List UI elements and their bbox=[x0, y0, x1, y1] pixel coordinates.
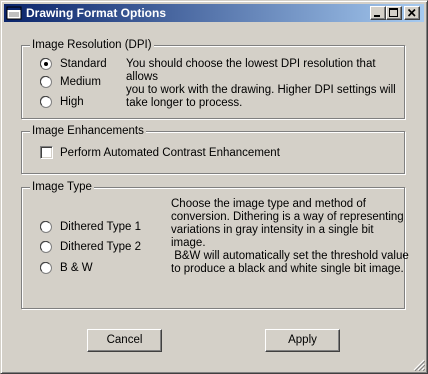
radio-label: Dithered Type 2 bbox=[60, 241, 141, 253]
radio-label: High bbox=[60, 96, 84, 108]
description-line: conversion. Dithering is a way of repres… bbox=[171, 211, 404, 223]
contrast-checkbox[interactable] bbox=[40, 146, 53, 159]
radio-empty-icon[interactable] bbox=[40, 262, 52, 274]
resolution-legend: Image Resolution (DPI) bbox=[30, 38, 154, 52]
description-line: You should choose the lowest DPI resolut… bbox=[126, 58, 376, 83]
enhancements-group: Image Enhancements Perform Automated Con… bbox=[21, 124, 405, 174]
radio-empty-icon[interactable] bbox=[40, 241, 52, 253]
radio-empty-icon[interactable] bbox=[40, 76, 52, 88]
app-icon[interactable] bbox=[6, 5, 22, 21]
maximize-button[interactable] bbox=[386, 6, 402, 20]
description-line: B&W will automatically set the threshold… bbox=[171, 250, 409, 262]
apply-button[interactable]: Apply bbox=[265, 329, 340, 352]
cancel-button[interactable]: Cancel bbox=[87, 329, 162, 352]
resolution-description: You should choose the lowest DPI resolut… bbox=[126, 58, 404, 110]
description-line: Choose the image type and method of bbox=[171, 198, 366, 210]
resize-grip-icon[interactable] bbox=[413, 359, 425, 371]
radio-label: B & W bbox=[60, 262, 93, 274]
radio-label: Standard bbox=[60, 58, 107, 70]
radio-empty-icon[interactable] bbox=[40, 96, 52, 108]
image-type-group: Image Type Dithered Type 1 Dithered Type… bbox=[21, 180, 409, 309]
window-title: Drawing Format Options bbox=[26, 6, 167, 20]
dialog-window: Drawing Format Options Image Resolution … bbox=[0, 0, 428, 374]
radio-label: Medium bbox=[60, 76, 101, 88]
image-type-legend: Image Type bbox=[30, 180, 94, 194]
description-line: you to work with the drawing. Higher DPI… bbox=[126, 84, 396, 96]
description-line: to produce a black and white single bit … bbox=[171, 263, 404, 275]
minimize-icon bbox=[374, 15, 380, 17]
radio-selected-icon[interactable] bbox=[40, 58, 52, 70]
maximize-icon bbox=[389, 8, 398, 17]
image-type-description: Choose the image type and method of conv… bbox=[171, 198, 409, 276]
enhancements-legend: Image Enhancements bbox=[30, 124, 146, 138]
minimize-button[interactable] bbox=[370, 6, 386, 20]
title-bar[interactable]: Drawing Format Options bbox=[4, 4, 424, 22]
close-icon bbox=[407, 8, 416, 17]
radio-label: Dithered Type 1 bbox=[60, 221, 141, 233]
description-line: variations in gray intensity in a single… bbox=[171, 224, 374, 249]
resolution-group: Image Resolution (DPI) Standard Medium H… bbox=[21, 38, 405, 119]
radio-empty-icon[interactable] bbox=[40, 221, 52, 233]
description-line: take longer to process. bbox=[126, 97, 243, 109]
contrast-checkbox-label[interactable]: Perform Automated Contrast Enhancement bbox=[60, 146, 280, 160]
close-button[interactable] bbox=[404, 6, 420, 20]
